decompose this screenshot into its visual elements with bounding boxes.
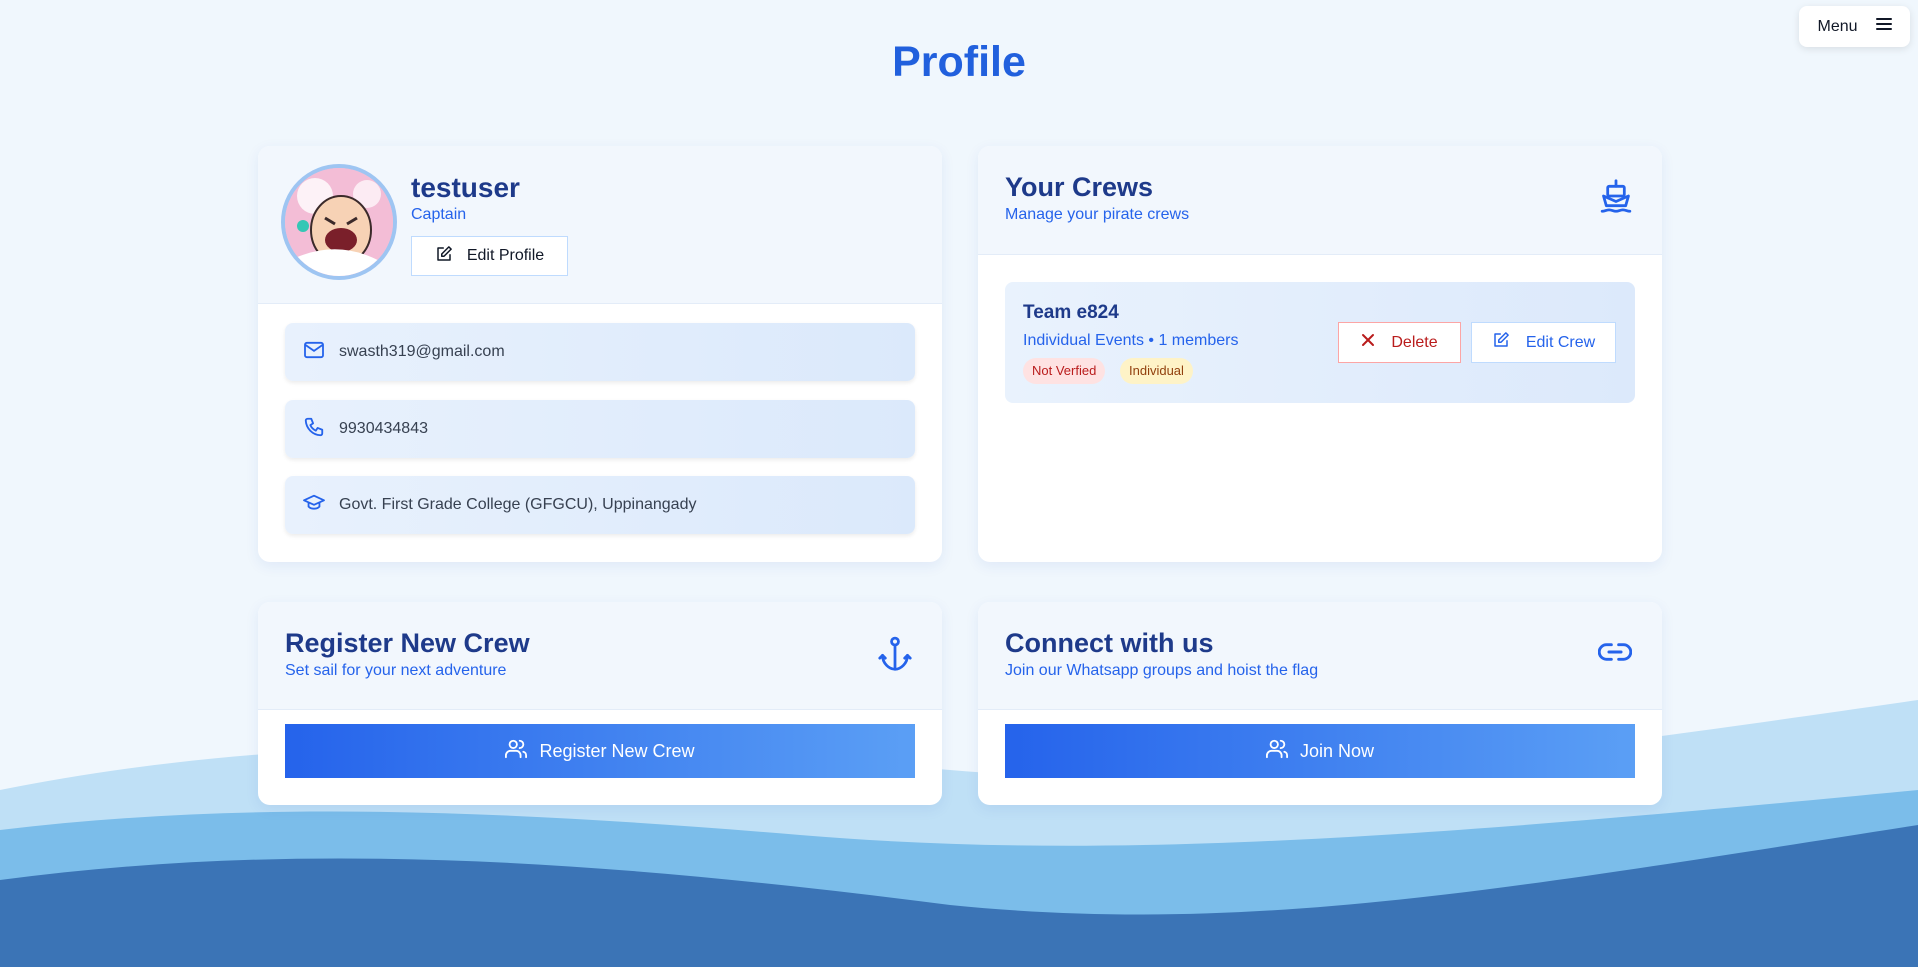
register-header: Register New Crew Set sail for your next… (258, 602, 942, 710)
mail-icon (303, 341, 325, 364)
email-row: swasth319@gmail.com (285, 323, 915, 381)
users-icon (505, 738, 528, 765)
anchor-icon (878, 636, 912, 677)
register-crew-card: Register New Crew Set sail for your next… (258, 602, 942, 805)
crews-subtitle: Manage your pirate crews (1005, 206, 1190, 223)
users-icon (1265, 738, 1288, 765)
email-value: swasth319@gmail.com (339, 343, 505, 360)
college-value: Govt. First Grade College (GFGCU), Uppin… (339, 496, 697, 513)
edit-crew-label: Edit Crew (1525, 333, 1596, 351)
menu-label: Menu (1817, 17, 1858, 35)
register-button-label: Register New Crew (539, 740, 695, 761)
crew-type-badge: Individual (1120, 358, 1193, 384)
crew-name: Team e824 (1023, 302, 1119, 323)
profile-header: testuser Captain Edit Profile (258, 146, 942, 304)
username: testuser (411, 172, 520, 203)
hamburger-icon (1875, 17, 1892, 36)
ship-icon (1599, 178, 1633, 219)
avatar (281, 164, 397, 280)
menu-button[interactable]: Menu (1799, 6, 1910, 47)
edit-crew-button[interactable]: Edit Crew (1471, 322, 1616, 363)
graduation-cap-icon (303, 493, 325, 518)
register-new-crew-button[interactable]: Register New Crew (285, 724, 915, 778)
close-icon (1361, 333, 1375, 352)
register-subtitle: Set sail for your next adventure (285, 662, 507, 679)
edit-profile-button[interactable]: Edit Profile (411, 236, 568, 276)
connect-header: Connect with us Join our Whatsapp groups… (978, 602, 1662, 710)
connect-subtitle: Join our Whatsapp groups and hoist the f… (1005, 662, 1319, 679)
crew-meta: Individual Events • 1 members (1023, 332, 1239, 349)
join-now-button[interactable]: Join Now (1005, 724, 1635, 778)
phone-value: 9930434843 (339, 420, 428, 437)
college-row: Govt. First Grade College (GFGCU), Uppin… (285, 476, 915, 534)
phone-row: 9930434843 (285, 400, 915, 458)
connect-title: Connect with us (1005, 628, 1214, 658)
edit-profile-label: Edit Profile (466, 247, 545, 264)
phone-icon (303, 416, 325, 443)
crews-title: Your Crews (1005, 172, 1154, 202)
crews-header: Your Crews Manage your pirate crews (978, 146, 1662, 255)
delete-label: Delete (1391, 333, 1438, 351)
crews-card: Your Crews Manage your pirate crews Team… (978, 146, 1662, 562)
link-icon (1597, 638, 1633, 671)
join-button-label: Join Now (1299, 740, 1375, 761)
page-title: Profile (892, 38, 1026, 86)
profile-card: testuser Captain Edit Profile swasth319@… (258, 146, 942, 562)
crew-item: Team e824 Individual Events • 1 members … (1005, 282, 1635, 403)
register-title: Register New Crew (285, 628, 530, 658)
connect-card: Connect with us Join our Whatsapp groups… (978, 602, 1662, 805)
edit-icon (435, 245, 453, 268)
delete-crew-button[interactable]: Delete (1338, 322, 1461, 363)
edit-icon (1492, 331, 1510, 354)
verification-badge: Not Verfied (1023, 358, 1106, 384)
user-role: Captain (411, 206, 467, 223)
